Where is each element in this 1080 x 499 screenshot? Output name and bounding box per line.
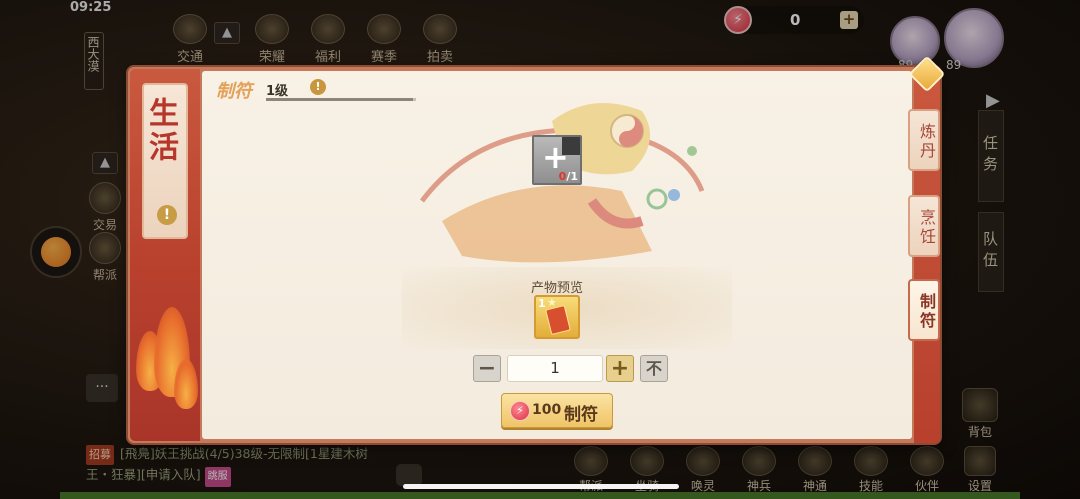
nav-label: 神兵 — [746, 479, 771, 493]
collapse-left-button[interactable]: ▲ — [92, 152, 118, 174]
side-btn-label: 帮派 — [92, 268, 117, 282]
preview-label: 产物预览 — [530, 281, 583, 296]
trade-icon — [89, 182, 121, 214]
tab-talisman[interactable]: 制符 — [908, 279, 940, 341]
preview-item-level: 1 — [538, 297, 546, 310]
nav-partners[interactable]: 伙伴 — [902, 446, 952, 494]
info-icon[interactable]: ! — [157, 205, 177, 225]
tab-alchemy[interactable]: 炼丹 — [908, 109, 940, 171]
skills-icon — [854, 446, 888, 476]
quantity-increase-button[interactable]: + — [606, 355, 634, 382]
side-btn-label: 交易 — [92, 218, 117, 232]
guild-button[interactable]: 帮派 — [88, 232, 122, 283]
craft-button[interactable]: ⚡ 100 制符 — [501, 393, 613, 428]
pumpkin-icon — [41, 237, 71, 267]
camera-icon[interactable] — [396, 464, 422, 486]
energy-add-button[interactable]: + — [840, 11, 858, 29]
preview-item[interactable]: 1 ★ — [534, 295, 580, 339]
section-title: 制符 — [216, 81, 252, 102]
energy-icon: ⚡ — [724, 6, 752, 34]
region-label: 西大漠 — [84, 32, 104, 90]
guild-icon — [574, 446, 608, 476]
summon-icon — [686, 446, 720, 476]
bag-icon — [962, 388, 998, 422]
left-rail: 生活 ! — [130, 69, 200, 441]
honor-icon — [255, 14, 289, 44]
top-icon-label: 赛季 — [370, 50, 397, 65]
top-icon-traffic[interactable]: 交通 — [164, 14, 216, 65]
level-progress — [266, 98, 416, 101]
pet-button[interactable] — [30, 226, 82, 278]
energy-bar: ⚡ 0 + — [724, 6, 864, 34]
material-slot[interactable]: + 0/1 — [532, 135, 582, 185]
nav-label: 伙伴 — [914, 479, 939, 493]
hammer-icon — [423, 14, 457, 44]
mount-icon — [630, 446, 664, 476]
material-required: /1 — [566, 170, 578, 183]
chat-log[interactable]: 招募 [飛鳧]妖王挑战(4/5)38级-无限制[1星建木树王・狂暴][申请入队]… — [86, 444, 386, 487]
level-progress-fill — [266, 98, 413, 101]
craft-content: 制符 1级 ! + 0/1 产物预览 1 ★ − 1 + 不 ⚡ 100 制符 — [202, 71, 912, 439]
top-icon-label: 荣耀 — [258, 50, 285, 65]
trophy-icon — [367, 14, 401, 44]
tab-cooking[interactable]: 烹饪 — [908, 195, 940, 257]
tab-quests[interactable]: 任务 — [978, 110, 1004, 202]
traffic-icon — [173, 14, 207, 44]
guild-icon — [89, 232, 121, 264]
life-skill-panel: 生活 ! 制符 1级 ! + 0/1 产物预览 1 ★ − 1 + 不 ⚡ 10… — [128, 55, 946, 443]
skill-level: 1级 — [266, 84, 289, 99]
partners-icon — [910, 446, 944, 476]
top-icon-honor[interactable]: 荣耀 — [246, 14, 298, 65]
bottom-status-bar — [60, 492, 1020, 499]
bag-button[interactable]: 背包 — [956, 388, 1004, 440]
nav-label: 技能 — [858, 479, 883, 493]
energy-value: 0 — [790, 11, 801, 29]
craft-label: 制符 — [564, 405, 598, 425]
craft-cost: 100 — [532, 402, 562, 418]
trade-button[interactable]: 交易 — [88, 182, 122, 233]
status-time: 09:25 — [70, 0, 112, 15]
top-icon-auction[interactable]: 拍卖 — [414, 14, 466, 65]
nav-power[interactable]: 神通 — [790, 446, 840, 494]
power-icon — [798, 446, 832, 476]
top-icon-welfare[interactable]: 福利 — [302, 14, 354, 65]
nav-weapon[interactable]: 神兵 — [734, 446, 784, 494]
nav-label: 神通 — [802, 479, 827, 493]
nav-skills[interactable]: 技能 — [846, 446, 896, 494]
chat-button[interactable]: ··· — [86, 374, 118, 402]
settings-label: 设置 — [967, 479, 992, 493]
avatar-level: 89 — [946, 58, 962, 72]
nav-summon[interactable]: 唤灵 — [678, 446, 728, 494]
expand-right-icon[interactable]: ▶ — [986, 90, 1000, 111]
chat-join-badge[interactable]: 跳服 — [204, 467, 231, 487]
settings-button[interactable]: 设置 — [956, 446, 1004, 494]
collapse-top-button[interactable]: ▲ — [214, 22, 240, 44]
category-card: 生活 ! — [142, 83, 188, 239]
material-count: 0/1 — [559, 170, 578, 183]
top-icon-label: 福利 — [314, 50, 341, 65]
quantity-input[interactable]: 1 — [507, 355, 603, 382]
gift-icon — [311, 14, 345, 44]
tab-team[interactable]: 队伍 — [978, 212, 1004, 292]
energy-icon: ⚡ — [510, 401, 530, 421]
nav-label: 唤灵 — [690, 479, 715, 493]
info-icon[interactable]: ! — [310, 79, 326, 95]
top-icon-season[interactable]: 赛季 — [358, 14, 410, 65]
home-indicator[interactable] — [403, 484, 679, 489]
chat-tag: 招募 — [86, 445, 114, 465]
bag-label: 背包 — [967, 425, 992, 439]
category-title: 生活 — [143, 97, 178, 165]
gear-icon — [964, 446, 996, 476]
flame-decoration — [174, 359, 198, 409]
quantity-decrease-button[interactable]: − — [473, 355, 501, 382]
top-icon-label: 拍卖 — [426, 50, 453, 65]
weapon-icon — [742, 446, 776, 476]
top-icon-label: 交通 — [176, 50, 203, 65]
quantity-max-button[interactable]: 不 — [640, 355, 668, 382]
talisman-icon — [545, 304, 571, 336]
